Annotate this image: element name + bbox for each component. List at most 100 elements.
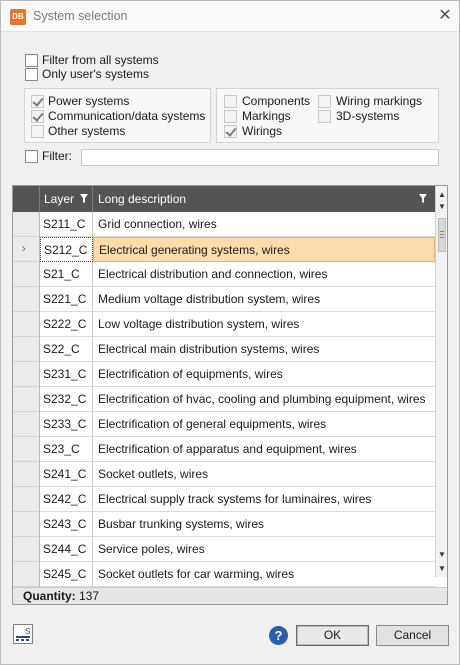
system-tool-icon[interactable]: S (13, 624, 33, 644)
description-cell[interactable]: Low voltage distribution system, wires (93, 312, 435, 337)
description-cell[interactable]: Busbar trunking systems, wires (93, 512, 435, 537)
scroll-up-icon[interactable]: ▼ (436, 200, 447, 214)
row-header[interactable] (13, 337, 40, 362)
layer-cell[interactable]: S22_C (40, 337, 93, 362)
table-row[interactable]: S21_C Electrical distribution and connect… (13, 262, 435, 287)
row-header[interactable] (13, 212, 40, 237)
table-row[interactable]: S245_C Socket outlets for car warming, wi… (13, 562, 435, 587)
row-header[interactable] (13, 437, 40, 462)
help-icon[interactable]: ? (269, 626, 288, 645)
table-row[interactable]: S233_C Electrification of general equipme… (13, 412, 435, 437)
description-cell[interactable]: Electrification of general equipments, w… (93, 412, 435, 437)
description-cell[interactable]: Electrification of equipments, wires (93, 362, 435, 387)
communication-data-systems-checkbox[interactable] (31, 110, 44, 123)
ok-button[interactable]: OK (296, 625, 369, 646)
filter-icon[interactable] (419, 194, 427, 203)
cancel-button[interactable]: Cancel (376, 625, 449, 646)
row-header[interactable] (13, 387, 40, 412)
row-header-corner (13, 186, 40, 212)
filter-input[interactable] (81, 149, 439, 166)
systems-table: Layer Long description S211_C Grid connec… (12, 185, 448, 605)
layer-cell[interactable]: S23_C (40, 437, 93, 462)
layer-cell[interactable]: S245_C (40, 562, 93, 587)
row-header[interactable] (13, 362, 40, 387)
row-header[interactable] (13, 312, 40, 337)
description-cell[interactable]: Medium voltage distribution system, wire… (93, 287, 435, 312)
description-cell[interactable]: Grid connection, wires (93, 212, 435, 237)
3d-systems-checkbox[interactable] (318, 110, 331, 123)
row-header[interactable] (13, 287, 40, 312)
layer-cell[interactable]: S21_C (40, 262, 93, 287)
other-systems-label: Other systems (48, 124, 126, 138)
other-systems-checkbox[interactable] (31, 125, 44, 138)
layer-cell[interactable]: S232_C (40, 387, 93, 412)
row-header[interactable]: › (13, 237, 40, 262)
table-row[interactable]: S23_C Electrification of apparatus and eq… (13, 437, 435, 462)
table-row[interactable]: S232_C Electrification of hvac, cooling a… (13, 387, 435, 412)
layer-cell[interactable]: S244_C (40, 537, 93, 562)
column-header-layer[interactable]: Layer (40, 186, 93, 212)
communication-data-systems-label: Communication/data systems (48, 109, 206, 123)
row-header[interactable] (13, 512, 40, 537)
layer-cell[interactable]: S243_C (40, 512, 93, 537)
description-cell[interactable]: Electrical generating systems, wires (93, 237, 435, 262)
table-row[interactable]: S244_C Service poles, wires (13, 537, 435, 562)
layer-cell[interactable]: S221_C (40, 287, 93, 312)
table-footer: Quantity: 137 (13, 587, 447, 604)
layer-cell[interactable]: S241_C (40, 462, 93, 487)
row-header[interactable] (13, 487, 40, 512)
filter-checkbox[interactable] (25, 150, 38, 163)
filter-all-systems-label: Filter from all systems (42, 53, 159, 67)
description-cell[interactable]: Electrification of hvac, cooling and plu… (93, 387, 435, 412)
description-cell[interactable]: Socket outlets, wires (93, 462, 435, 487)
table-row[interactable]: S222_C Low voltage distribution system, w… (13, 312, 435, 337)
table-row[interactable]: S22_C Electrical main distribution system… (13, 337, 435, 362)
table-row[interactable]: S241_C Socket outlets, wires (13, 462, 435, 487)
quantity-value: 137 (79, 589, 100, 603)
markings-label: Markings (242, 109, 291, 123)
wirings-label: Wirings (242, 124, 283, 138)
row-header[interactable] (13, 537, 40, 562)
layer-cell[interactable]: S211_C (40, 212, 93, 237)
vertical-scrollbar[interactable]: ▲ ▼ ▼ ▼ (435, 186, 447, 577)
components-checkbox[interactable] (224, 95, 237, 108)
row-header[interactable] (13, 462, 40, 487)
current-row-chevron-icon: › (22, 243, 26, 255)
markings-checkbox[interactable] (224, 110, 237, 123)
table-row[interactable]: S231_C Electrification of equipments, wir… (13, 362, 435, 387)
filter-label: Filter: (42, 149, 72, 163)
table-row[interactable]: S221_C Medium voltage distribution system… (13, 287, 435, 312)
layer-cell[interactable]: S212_C (40, 237, 93, 262)
filter-all-systems-checkbox[interactable] (25, 54, 38, 67)
scroll-bottom-icon[interactable]: ▼ (436, 562, 447, 576)
filter-icon[interactable] (80, 194, 88, 203)
description-cell[interactable]: Service poles, wires (93, 537, 435, 562)
description-cell[interactable]: Electrification of apparatus and equipme… (93, 437, 435, 462)
layer-cell[interactable]: S222_C (40, 312, 93, 337)
only-users-systems-checkbox[interactable] (25, 68, 38, 81)
description-cell[interactable]: Electrical supply track systems for lumi… (93, 487, 435, 512)
column-header-long-description[interactable]: Long description (93, 186, 435, 212)
table-row[interactable]: S243_C Busbar trunking systems, wires (13, 512, 435, 537)
wiring-markings-checkbox[interactable] (318, 95, 331, 108)
long-description-column-label: Long description (98, 192, 187, 206)
description-cell[interactable]: Electrical main distribution systems, wi… (93, 337, 435, 362)
scrollbar-thumb[interactable] (438, 218, 446, 252)
wiring-markings-label: Wiring markings (336, 94, 423, 108)
layer-cell[interactable]: S233_C (40, 412, 93, 437)
row-header[interactable] (13, 412, 40, 437)
title-bar: DB System selection ✕ (1, 1, 459, 32)
row-header[interactable] (13, 562, 40, 587)
description-cell[interactable]: Socket outlets for car warming, wires (93, 562, 435, 587)
table-row[interactable]: › S212_C Electrical generating systems, wi… (13, 237, 435, 262)
table-row[interactable]: S211_C Grid connection, wires (13, 212, 435, 237)
wirings-checkbox[interactable] (224, 125, 237, 138)
scroll-down-icon[interactable]: ▼ (436, 548, 447, 562)
description-cell[interactable]: Electrical distribution and connection, … (93, 262, 435, 287)
row-header[interactable] (13, 262, 40, 287)
layer-cell[interactable]: S242_C (40, 487, 93, 512)
table-row[interactable]: S242_C Electrical supply track systems fo… (13, 487, 435, 512)
close-icon[interactable]: ✕ (435, 6, 455, 26)
layer-cell[interactable]: S231_C (40, 362, 93, 387)
power-systems-checkbox[interactable] (31, 95, 44, 108)
